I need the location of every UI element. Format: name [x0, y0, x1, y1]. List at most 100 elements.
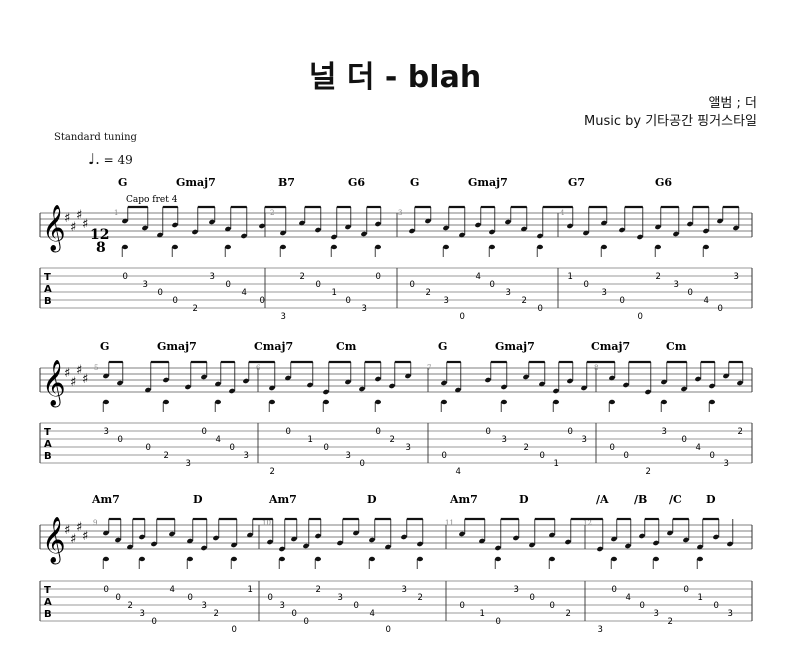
fret-number: 0 — [620, 296, 625, 306]
chord-symbol: Gmaj7 — [495, 340, 535, 353]
fret-number: 3 — [582, 435, 587, 445]
fret-number: 0 — [540, 451, 545, 461]
bass-note-head — [369, 556, 375, 562]
fret-number: 4 — [626, 593, 631, 603]
chord-symbol: /C — [669, 493, 682, 506]
fret-number: 0 — [386, 625, 391, 635]
fret-number: 0 — [232, 625, 237, 635]
chord-symbol: Cm — [666, 340, 687, 353]
bass-note-head — [609, 399, 615, 405]
sharp-icon: ♯ — [82, 372, 88, 387]
bass-note-head — [172, 244, 178, 250]
chord-symbol: Am7 — [449, 493, 478, 506]
time-signature-bottom: 8 — [96, 240, 106, 256]
fret-number: 0 — [304, 617, 309, 627]
fret-number: 0 — [354, 601, 359, 611]
fret-number: 1 — [568, 272, 573, 282]
bass-note-head — [122, 244, 128, 250]
fret-number: 0 — [376, 427, 381, 437]
measure-number: 8 — [594, 364, 598, 372]
fret-number: 3 — [598, 625, 603, 635]
bass-note-head — [331, 244, 337, 250]
fret-number: 4 — [704, 296, 709, 306]
bass-note-head — [139, 556, 145, 562]
bass-note-head — [703, 244, 709, 250]
sharp-icon: ♯ — [82, 529, 88, 544]
tab-clef-letter: B — [44, 451, 52, 462]
fret-number: 0 — [640, 601, 645, 611]
fret-number: 3 — [280, 601, 285, 611]
fret-number: 2 — [646, 467, 651, 477]
fret-number: 2 — [270, 467, 275, 477]
fret-number: 2 — [566, 609, 571, 619]
fret-number: 0 — [624, 451, 629, 461]
fret-number: 0 — [442, 451, 447, 461]
fret-number: 3 — [674, 280, 679, 290]
measure-number: 11 — [445, 519, 454, 527]
fret-number: 3 — [406, 443, 411, 453]
fret-number: 2 — [193, 304, 198, 314]
measure-number: 3 — [398, 209, 402, 217]
measure-number: 6 — [256, 364, 261, 372]
fret-number: 2 — [522, 296, 527, 306]
bass-note-head — [280, 244, 286, 250]
fret-number: 0 — [230, 443, 235, 453]
fret-number: 0 — [116, 593, 121, 603]
fret-number: 2 — [668, 617, 673, 627]
bass-note-head — [231, 556, 237, 562]
fret-number: 3 — [244, 451, 249, 461]
fret-number: 4 — [216, 435, 221, 445]
sharp-icon: ♯ — [82, 217, 88, 232]
bass-note-head — [709, 399, 715, 405]
fret-number: 0 — [360, 459, 365, 469]
fret-number: 1 — [480, 609, 485, 619]
chord-symbol: D — [367, 493, 377, 506]
chord-symbol: Am7 — [91, 493, 120, 506]
tab-clef-letter: A — [44, 439, 52, 450]
fret-number: 3 — [281, 312, 286, 322]
fret-number: 2 — [128, 601, 133, 611]
tab-clef-letter: A — [44, 284, 52, 295]
chord-symbol: Cmaj7 — [254, 340, 293, 353]
chord-symbol: G — [118, 176, 127, 189]
fret-number: 0 — [173, 296, 178, 306]
tab-clef-letter: B — [44, 609, 52, 620]
fret-number: 3 — [202, 601, 207, 611]
fret-number: 2 — [426, 288, 431, 298]
bass-note-head — [375, 399, 381, 405]
fret-number: 0 — [260, 296, 265, 306]
fret-number: 0 — [496, 617, 501, 627]
fret-number: 0 — [486, 427, 491, 437]
chord-symbol: D — [519, 493, 529, 506]
fret-number: 0 — [324, 443, 329, 453]
fret-number: 4 — [242, 288, 247, 298]
chord-symbol: /B — [634, 493, 647, 506]
fret-number: 2 — [738, 427, 743, 437]
measure-number: 12 — [583, 519, 592, 527]
bass-note-head — [489, 244, 495, 250]
bass-note-head — [653, 556, 659, 562]
measure-number: 7 — [427, 364, 431, 372]
fret-number: 0 — [104, 585, 109, 595]
fret-number: 0 — [316, 280, 321, 290]
fret-number: 1 — [332, 288, 337, 298]
bass-note-head — [417, 556, 423, 562]
fret-number: 0 — [202, 427, 207, 437]
treble-clef-icon: 𝄞 — [42, 360, 66, 408]
fret-number: 2 — [300, 272, 305, 282]
fret-number: 1 — [308, 435, 313, 445]
chord-symbol: D — [706, 493, 716, 506]
measure-number: 1 — [114, 209, 118, 217]
fret-number: 0 — [146, 443, 151, 453]
bass-note-head — [375, 244, 381, 250]
fret-number: 1 — [698, 593, 703, 603]
chord-symbol: G — [100, 340, 109, 353]
bass-note-head — [103, 399, 109, 405]
fret-number: 0 — [158, 288, 163, 298]
tab-clef-letter: T — [44, 427, 51, 438]
fret-number: 2 — [390, 435, 395, 445]
bass-note-head — [611, 556, 617, 562]
chord-symbol: D — [193, 493, 203, 506]
fret-number: 3 — [140, 609, 145, 619]
fret-number: 0 — [286, 427, 291, 437]
